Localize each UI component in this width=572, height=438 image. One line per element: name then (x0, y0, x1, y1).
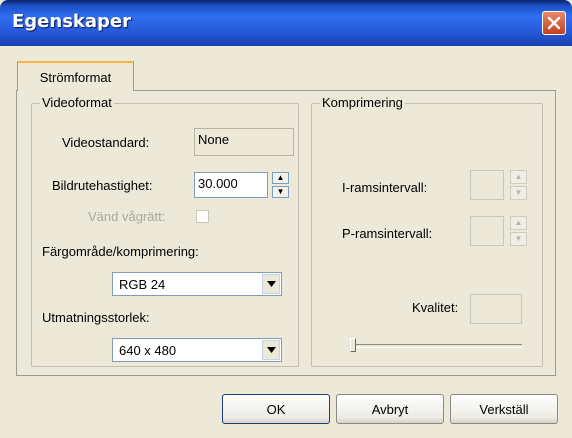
videostandard-label: Videostandard: (62, 135, 150, 150)
compression-group: Komprimering I-ramsintervall: ▲ ▼ P-rams… (311, 95, 543, 367)
window-title: Egenskaper (12, 11, 132, 32)
framerate-up-button[interactable]: ▲ (272, 172, 289, 184)
cancel-button-label: Avbryt (371, 401, 409, 417)
p-frame-input[interactable] (470, 216, 504, 246)
i-frame-spinner[interactable]: ▲ ▼ (510, 170, 527, 200)
colorspace-label: Färgområde/komprimering: (42, 244, 199, 259)
framerate-spinner[interactable]: ▲ ▼ (272, 172, 289, 198)
chevron-down-icon (266, 347, 276, 353)
close-button[interactable] (542, 11, 566, 35)
tab-label: Strömformat (39, 69, 112, 85)
i-frame-down-button[interactable]: ▼ (510, 186, 527, 200)
videostandard-field: None (194, 128, 294, 156)
compression-group-title: Komprimering (320, 95, 405, 111)
apply-button-label: Verkställ (479, 401, 529, 417)
videoformat-group: Videoformat Videostandard: None Bildrute… (31, 95, 299, 367)
quality-slider-track (350, 344, 522, 348)
colorspace-dropdown-button[interactable] (262, 274, 280, 294)
p-frame-up-button[interactable]: ▲ (510, 216, 527, 230)
triangle-up-icon: ▲ (276, 173, 285, 182)
tab-panel: Videoformat Videostandard: None Bildrute… (16, 90, 556, 376)
flip-checkbox[interactable] (196, 210, 209, 223)
triangle-up-icon: ▲ (514, 218, 523, 227)
triangle-up-icon: ▲ (514, 172, 523, 181)
apply-button[interactable]: Verkställ (450, 394, 558, 424)
i-frame-up-button[interactable]: ▲ (510, 170, 527, 184)
output-size-select[interactable]: 640 x 480 (112, 338, 282, 362)
colorspace-select[interactable]: RGB 24 (112, 272, 282, 296)
framerate-label: Bildrutehastighet: (52, 178, 153, 193)
tab-stream-format[interactable]: Strömformat (17, 61, 134, 91)
colorspace-value: RGB 24 (119, 277, 166, 292)
p-frame-down-button[interactable]: ▼ (510, 232, 527, 246)
framerate-input[interactable]: 30.000 (194, 172, 268, 198)
cancel-button[interactable]: Avbryt (336, 394, 444, 424)
i-frame-input[interactable] (470, 170, 504, 200)
close-icon (547, 16, 561, 30)
title-bar[interactable]: Egenskaper (0, 0, 572, 46)
p-frame-label: P-ramsintervall: (342, 226, 433, 241)
output-size-label: Utmatningsstorlek: (42, 310, 150, 325)
flip-label: Vänd vågrätt: (88, 209, 166, 224)
videoformat-group-title: Videoformat (40, 95, 114, 111)
p-frame-spinner[interactable]: ▲ ▼ (510, 216, 527, 246)
framerate-down-button[interactable]: ▼ (272, 186, 289, 198)
quality-slider-thumb[interactable] (350, 338, 356, 352)
chevron-down-icon (266, 281, 276, 287)
ok-button[interactable]: OK (222, 394, 330, 424)
triangle-down-icon: ▼ (514, 188, 523, 197)
quality-input[interactable] (470, 294, 522, 324)
triangle-down-icon: ▼ (514, 234, 523, 243)
quality-label: Kvalitet: (412, 300, 459, 315)
output-size-value: 640 x 480 (119, 343, 177, 358)
ok-button-label: OK (266, 401, 286, 417)
output-size-dropdown-button[interactable] (262, 340, 280, 360)
framerate-value: 30.000 (198, 176, 238, 191)
properties-dialog: Egenskaper Strömformat Videoformat Video… (0, 0, 572, 438)
videostandard-value: None (198, 132, 230, 147)
triangle-down-icon: ▼ (276, 187, 285, 196)
i-frame-label: I-ramsintervall: (342, 180, 428, 195)
